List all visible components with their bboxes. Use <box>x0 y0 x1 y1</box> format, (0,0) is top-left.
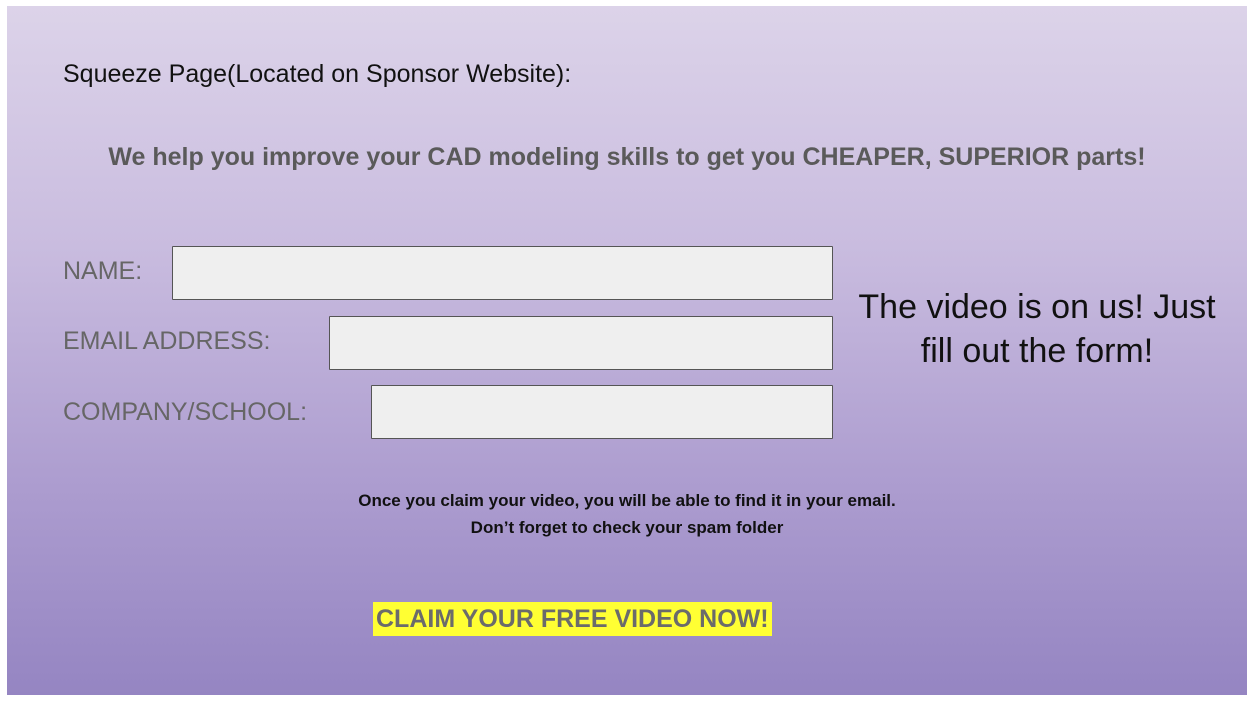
email-notice-line-1: Once you claim your video, you will be a… <box>358 491 896 510</box>
page-heading: Squeeze Page(Located on Sponsor Website)… <box>63 60 572 88</box>
name-input[interactable] <box>172 246 833 300</box>
promo-message: The video is on us! Just fill out the fo… <box>858 288 1216 370</box>
name-label: NAME: <box>63 257 143 285</box>
tagline: We help you improve your CAD modeling sk… <box>108 143 1146 171</box>
company-school-input[interactable] <box>371 385 833 439</box>
email-label: EMAIL ADDRESS: <box>63 327 271 355</box>
squeeze-page-slide: Squeeze Page(Located on Sponsor Website)… <box>7 6 1247 695</box>
email-notice-line-2: Don’t forget to check your spam folder <box>470 518 784 537</box>
claim-video-button[interactable]: CLAIM YOUR FREE VIDEO NOW! <box>373 602 772 636</box>
email-input[interactable] <box>329 316 833 370</box>
company-school-label: COMPANY/SCHOOL: <box>63 398 308 426</box>
email-notice: Once you claim your video, you will be a… <box>107 487 1147 541</box>
